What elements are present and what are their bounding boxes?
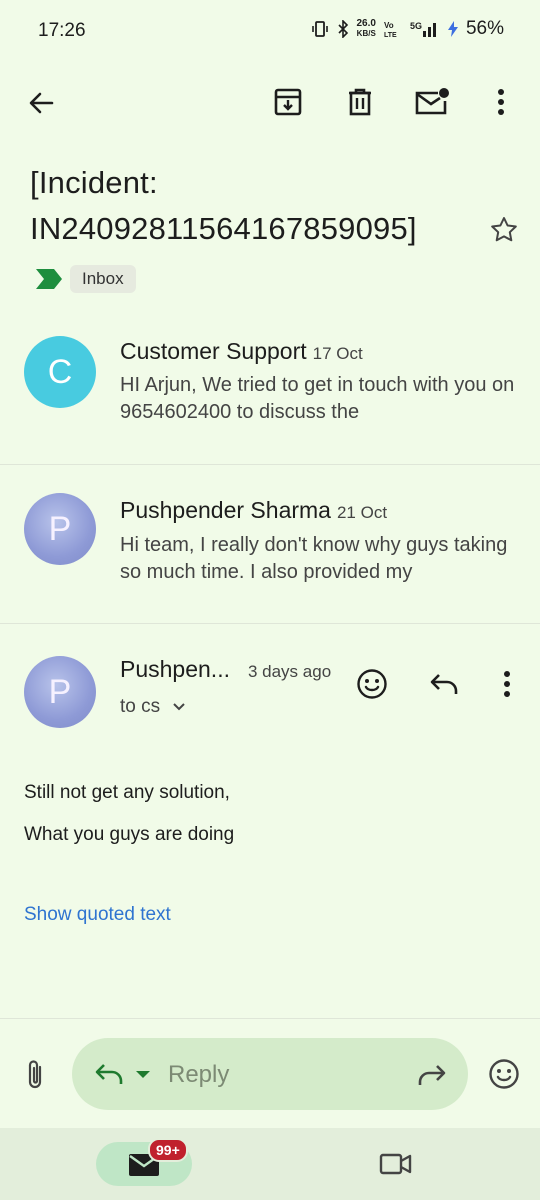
message-collapsed[interactable]: P Pushpender Sharma 21 Oct Hi team, I rea… [0, 465, 540, 623]
battery-percent: 56% [465, 18, 504, 39]
sender-name: Pushpen... [120, 656, 230, 682]
status-bar: 17:26 26.0 KB/S Vo LTE 5G 56% [0, 0, 540, 64]
archive-icon [274, 88, 302, 116]
reply-button[interactable] [424, 666, 464, 702]
reply-icon [430, 674, 458, 694]
back-button[interactable] [22, 84, 60, 122]
unread-count-badge: 99+ [148, 1138, 188, 1162]
bottom-nav: 99+ [0, 1128, 540, 1200]
attachment-icon [28, 1060, 42, 1089]
label-row: Inbox [36, 265, 136, 293]
bluetooth-icon [337, 20, 348, 38]
more-vert-icon [498, 89, 504, 115]
mark-unread-button[interactable] [412, 84, 452, 120]
message-snippet: HI Arjun, We tried to get in touch with … [120, 374, 515, 423]
avatar[interactable]: C [24, 336, 96, 408]
forward-icon [418, 1065, 446, 1085]
trash-icon [349, 88, 371, 116]
message-collapsed[interactable]: C Customer Support 17 Oct HI Arjun, We tr… [0, 320, 540, 464]
emoji-icon [357, 669, 387, 699]
add-reaction-button[interactable] [484, 1054, 524, 1094]
more-vert-icon [504, 671, 510, 697]
star-icon [491, 217, 517, 242]
message-more-button[interactable] [494, 666, 520, 702]
message-date: 17 Oct [312, 344, 363, 363]
label-chip-inbox[interactable]: Inbox [70, 265, 136, 293]
sender-name: Customer Support [120, 338, 307, 364]
recipient-toggle[interactable]: to cs [120, 696, 186, 718]
svg-text:LTE: LTE [384, 32, 397, 38]
reply-mode-dropdown[interactable] [92, 1058, 154, 1090]
message-sender: Customer Support 17 Oct [120, 338, 363, 365]
network-speed-unit: KB/S [356, 29, 376, 38]
message-sender: Pushpender Sharma 21 Oct [120, 497, 387, 524]
network-speed: 26.0 KB/S [357, 19, 376, 39]
sender-name: Pushpender Sharma [120, 497, 331, 523]
divider [0, 1018, 540, 1019]
reply-icon [95, 1064, 123, 1084]
vibrate-icon [311, 21, 328, 37]
importance-marker-icon [36, 269, 62, 289]
message-date: 21 Oct [336, 503, 388, 522]
volte-icon: Vo LTE [384, 21, 397, 38]
nav-meet-tab[interactable] [376, 1148, 416, 1180]
archive-button[interactable] [270, 84, 306, 120]
status-icons: 26.0 KB/S Vo LTE 5G 56% [311, 18, 504, 40]
status-time: 17:26 [38, 20, 86, 41]
message-expanded: P Pushpen... 3 days ago to cs Still not g… [0, 624, 540, 1014]
mark-unread-icon [415, 88, 449, 115]
chevron-down-icon [173, 703, 185, 711]
avatar[interactable]: P [24, 493, 96, 565]
caret-down-icon [136, 1071, 150, 1078]
reply-input[interactable]: Reply [168, 1061, 229, 1089]
avatar[interactable]: P [24, 656, 96, 728]
message-snippet: Hi team, I really don't know why guys ta… [120, 534, 508, 583]
back-arrow-icon [29, 92, 54, 114]
svg-text:5G: 5G [410, 21, 422, 31]
message-body-line: Still not get any solution, [24, 782, 230, 803]
star-button[interactable] [486, 212, 522, 248]
svg-text:Vo: Vo [384, 21, 394, 30]
network-speed-value: 26.0 [356, 18, 376, 29]
signal-5g-icon: 5G [410, 21, 436, 37]
charging-icon [447, 21, 458, 37]
recipient-text: to cs [120, 696, 161, 717]
video-camera-icon [379, 1153, 412, 1175]
message-body-line: What you guys are doing [24, 824, 235, 845]
delete-button[interactable] [342, 84, 378, 120]
more-options-button[interactable] [486, 84, 516, 120]
forward-button[interactable] [412, 1060, 452, 1090]
reply-compose-bar[interactable]: Reply [72, 1038, 468, 1110]
message-date: 3 days ago [247, 662, 332, 681]
email-subject: [Incident: IN24092811564167859095] [30, 165, 417, 246]
attach-button[interactable] [18, 1056, 52, 1094]
emoji-icon [489, 1059, 519, 1089]
show-quoted-text-link[interactable]: Show quoted text [24, 904, 171, 926]
add-reaction-button[interactable] [352, 664, 392, 704]
message-sender: Pushpen... 3 days ago [120, 656, 331, 683]
